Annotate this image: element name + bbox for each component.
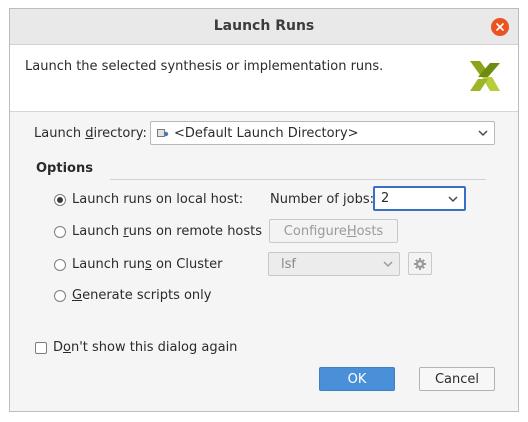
radio-cluster[interactable]: Launch runs on Cluster bbox=[54, 257, 222, 272]
number-of-jobs-label: Number of jobs: bbox=[270, 192, 374, 207]
radio-cluster-label: Launch runs on Cluster bbox=[72, 257, 222, 272]
dont-show-again-label-post: n't show this dialog again bbox=[70, 340, 238, 355]
radio-cluster-label-post: on Cluster bbox=[151, 257, 223, 272]
radio-local-host-button[interactable] bbox=[54, 193, 66, 206]
dont-show-again-label-mnemonic: o bbox=[63, 340, 71, 355]
configure-hosts-label-mnemonic: H bbox=[346, 223, 357, 239]
dialog-description: Launch the selected synthesis or impleme… bbox=[25, 59, 384, 74]
cancel-button[interactable]: Cancel bbox=[419, 367, 495, 391]
cluster-settings-button[interactable] bbox=[408, 252, 432, 275]
header-band: Launch the selected synthesis or impleme… bbox=[10, 45, 518, 112]
radio-generate-scripts-label: Generate scripts only bbox=[72, 288, 211, 303]
radio-generate-scripts[interactable]: Generate scripts only bbox=[54, 288, 211, 303]
dont-show-again-label: Don't show this dialog again bbox=[53, 340, 237, 355]
radio-remote-hosts-label-pre: Launch bbox=[72, 224, 124, 239]
ok-button[interactable]: OK bbox=[319, 367, 395, 391]
chevron-down-icon bbox=[383, 261, 393, 268]
folder-icon bbox=[157, 129, 169, 137]
dont-show-again-label-pre: D bbox=[53, 340, 64, 355]
launch-directory-label: Launch directory: bbox=[34, 126, 147, 141]
launch-directory-label-post: irectory: bbox=[93, 126, 147, 141]
radio-remote-hosts-label-post: uns on remote hosts bbox=[128, 224, 263, 239]
radio-remote-hosts-label: Launch runs on remote hosts bbox=[72, 224, 262, 239]
chevron-down-icon bbox=[478, 130, 488, 137]
launch-directory-select[interactable]: <Default Launch Directory> bbox=[150, 121, 495, 145]
radio-cluster-label-mnemonic: s bbox=[145, 257, 152, 272]
cluster-select[interactable]: lsf bbox=[268, 252, 400, 276]
configure-hosts-label-pre: Configure bbox=[283, 223, 347, 239]
options-section-title: Options bbox=[36, 161, 93, 176]
cluster-value: lsf bbox=[281, 256, 296, 272]
options-divider bbox=[110, 179, 486, 180]
radio-generate-scripts-button[interactable] bbox=[54, 289, 66, 302]
close-button[interactable] bbox=[491, 18, 509, 36]
launch-runs-dialog: Launch Runs Launch the selected synthesi… bbox=[9, 8, 519, 412]
radio-generate-scripts-label-post: enerate scripts only bbox=[82, 288, 212, 303]
radio-generate-scripts-label-mnemonic: G bbox=[72, 288, 83, 303]
configure-hosts-button[interactable]: Configure Hosts bbox=[269, 219, 398, 243]
launch-directory-label-pre: Launch bbox=[34, 126, 86, 141]
configure-hosts-label-post: osts bbox=[356, 223, 384, 239]
number-of-jobs-value: 2 bbox=[381, 191, 390, 206]
radio-local-host-label: Launch runs on local host: bbox=[72, 192, 244, 207]
dont-show-again[interactable]: Don't show this dialog again bbox=[35, 340, 237, 355]
radio-cluster-label-pre: Launch run bbox=[72, 257, 146, 272]
number-of-jobs-select[interactable]: 2 bbox=[373, 186, 466, 211]
chevron-down-icon bbox=[448, 195, 458, 202]
gear-icon bbox=[414, 257, 426, 270]
title-bar: Launch Runs bbox=[10, 9, 518, 45]
close-icon bbox=[496, 23, 504, 31]
launch-directory-value: <Default Launch Directory> bbox=[174, 125, 359, 141]
dialog-title: Launch Runs bbox=[213, 18, 315, 34]
dont-show-again-checkbox[interactable] bbox=[35, 341, 47, 354]
vivado-logo-icon bbox=[470, 61, 500, 91]
radio-remote-hosts-button[interactable] bbox=[54, 225, 66, 238]
radio-remote-hosts[interactable]: Launch runs on remote hosts bbox=[54, 224, 262, 239]
radio-cluster-button[interactable] bbox=[54, 258, 66, 271]
radio-local-host[interactable]: Launch runs on local host: bbox=[54, 192, 243, 207]
